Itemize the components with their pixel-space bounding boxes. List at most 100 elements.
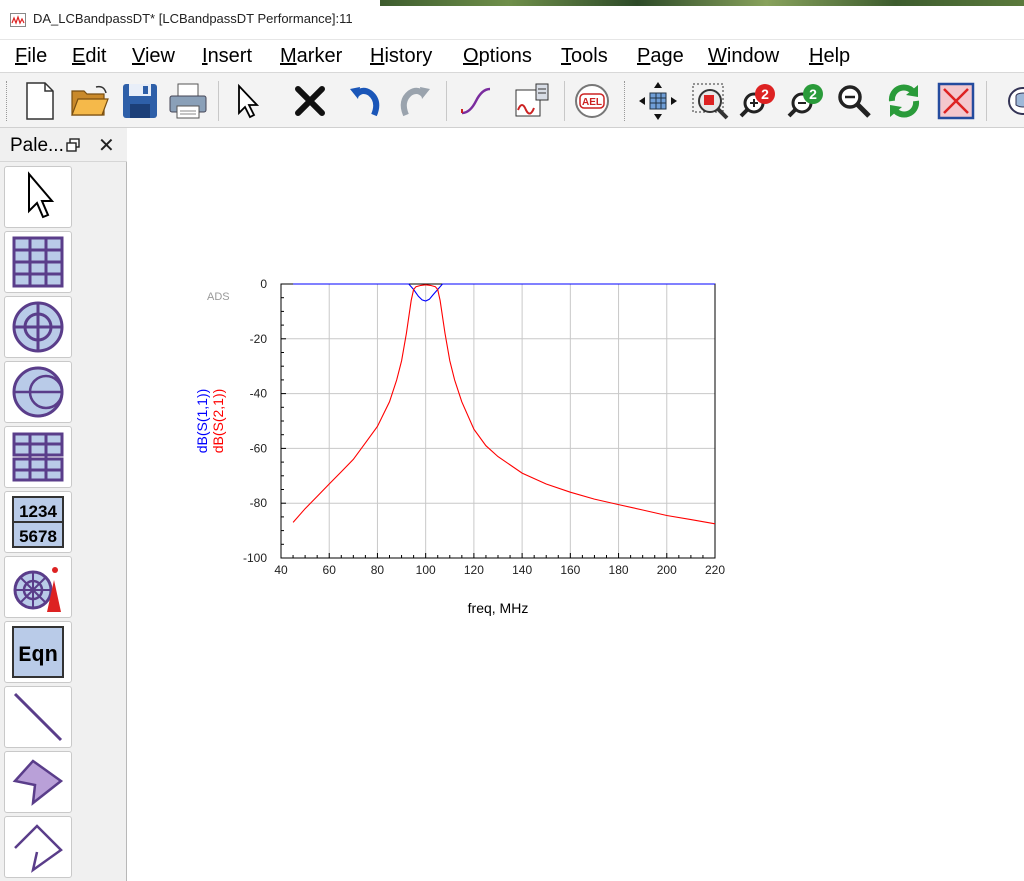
toolbar-separator <box>986 81 987 121</box>
menu-insert[interactable]: Insert <box>202 45 252 68</box>
x-tick-label: 60 <box>323 563 337 577</box>
polyline-icon <box>14 824 63 873</box>
select-pointer-icon[interactable] <box>226 79 270 123</box>
toolbar-separator <box>218 81 219 121</box>
trace-icon[interactable] <box>454 79 498 123</box>
svg-text:2: 2 <box>761 86 769 102</box>
pointer-icon <box>28 171 55 219</box>
palette-header: Pale... ✕ <box>0 128 127 162</box>
svg-text:2: 2 <box>809 86 817 102</box>
axis-ticks: 40 60 80 100 120 140 160 180 200 220 0 -20 -40 -60 -80… <box>243 277 725 577</box>
x-tick-label: 80 <box>371 563 385 577</box>
toolbar-separator <box>446 81 447 121</box>
equation-tool[interactable]: Eqn <box>4 621 72 683</box>
zoom-fit-icon[interactable] <box>832 79 876 123</box>
menu-help[interactable]: Help <box>809 45 850 68</box>
list-table-tool[interactable]: 1234 5678 <box>4 491 72 553</box>
plot-data-icon[interactable] <box>510 79 554 123</box>
save-icon[interactable] <box>118 79 162 123</box>
menu-bar: File Edit View Insert Marker History Opt… <box>0 40 1024 72</box>
new-document-icon[interactable] <box>18 79 62 123</box>
menu-edit[interactable]: Edit <box>72 45 106 68</box>
close-icon[interactable]: ✕ <box>98 133 115 158</box>
rectangular-plot[interactable]: ADS 40 60 80 100 120 140 160 180 200 220 0 -20 -40 -6… <box>128 128 1024 881</box>
antenna-plot-tool[interactable] <box>4 556 72 618</box>
x-tick-label: 180 <box>609 563 629 577</box>
desktop-background-strip <box>380 0 1024 6</box>
ael-icon[interactable]: AEL <box>570 79 614 123</box>
open-folder-icon[interactable] <box>68 79 112 123</box>
redo-icon[interactable] <box>392 79 436 123</box>
menu-file[interactable]: File <box>15 45 47 68</box>
smith-chart-icon <box>12 366 64 418</box>
polar-plot-tool[interactable] <box>4 296 72 358</box>
list-icon: 1234 5678 <box>12 496 64 548</box>
antenna-plot-icon <box>13 567 61 612</box>
polygon-icon <box>12 759 64 806</box>
pointer-tool[interactable] <box>4 166 72 228</box>
svg-text:Eqn: Eqn <box>18 643 58 668</box>
ads-watermark: ADS <box>207 291 230 303</box>
menu-history[interactable]: History <box>370 45 432 68</box>
y-tick-label: -80 <box>250 496 268 510</box>
grid-plot-icon <box>12 236 64 288</box>
toolbar: AEL 2 2 <box>0 72 1024 128</box>
smith-chart-tool[interactable] <box>4 361 72 423</box>
y-tick-label: -20 <box>250 332 268 346</box>
toolbar-grip[interactable] <box>6 81 9 121</box>
menu-marker[interactable]: Marker <box>280 45 342 68</box>
palette-title: Pale... <box>10 135 64 156</box>
title-bar: DA_LCBandpassDT* [LCBandpassDT Performan… <box>0 0 1024 40</box>
s11-trace <box>293 283 715 302</box>
print-icon[interactable] <box>166 79 210 123</box>
refresh-icon[interactable] <box>882 79 926 123</box>
x-axis-label: freq, MHz <box>468 600 529 616</box>
zoom-out-icon[interactable]: 2 <box>784 79 828 123</box>
x-tick-label: 120 <box>464 563 484 577</box>
app-logo-icon <box>10 13 26 27</box>
undo-icon[interactable] <box>344 79 388 123</box>
line-icon <box>13 692 63 742</box>
s21-trace <box>292 284 716 525</box>
palette-scrollbar[interactable] <box>100 162 126 881</box>
svg-text:5678: 5678 <box>19 527 57 546</box>
menu-tools[interactable]: Tools <box>561 45 608 68</box>
x-tick-label: 40 <box>274 563 288 577</box>
window-title: DA_LCBandpassDT* [LCBandpassDT Performan… <box>33 11 353 26</box>
delete-x-icon[interactable] <box>288 79 332 123</box>
x-tick-label: 140 <box>512 563 532 577</box>
app-window: DA_LCBandpassDT* [LCBandpassDT Performan… <box>0 0 1024 881</box>
database-icon[interactable] <box>994 79 1024 123</box>
zoom-area-icon[interactable] <box>688 79 732 123</box>
plot-series <box>292 283 716 525</box>
menu-window[interactable]: Window <box>708 45 779 68</box>
x-tick-label: 160 <box>560 563 580 577</box>
polar-plot-icon <box>12 301 64 353</box>
zoom-in-icon[interactable]: 2 <box>736 79 780 123</box>
toolbar-separator <box>564 81 565 121</box>
float-window-icon[interactable] <box>66 138 80 152</box>
svg-text:1234: 1234 <box>19 502 57 521</box>
polygon-tool[interactable] <box>4 751 72 813</box>
polyline-tool[interactable] <box>4 816 72 878</box>
y-axis-label-s21: dB(S(2,1)) <box>210 389 226 454</box>
y-axis-label-s11: dB(S(1,1)) <box>194 389 210 454</box>
y-tick-label: 0 <box>260 277 267 291</box>
data-display-canvas[interactable]: ADS 40 60 80 100 120 140 160 180 200 220 0 -20 -40 -6… <box>128 128 1024 881</box>
toolbar-grip[interactable] <box>624 81 627 121</box>
y-tick-label: -60 <box>250 441 268 455</box>
rectangular-plot-tool[interactable] <box>4 231 72 293</box>
palette-panel: Pale... ✕ 1234 5678 Eqn <box>0 128 127 881</box>
x-tick-label: 200 <box>657 563 677 577</box>
x-tick-label: 100 <box>416 563 436 577</box>
stacked-plot-icon <box>12 432 64 482</box>
menu-options[interactable]: Options <box>463 45 532 68</box>
menu-page[interactable]: Page <box>637 45 684 68</box>
svg-text:AEL: AEL <box>582 97 602 108</box>
stacked-plot-tool[interactable] <box>4 426 72 488</box>
clear-box-icon[interactable] <box>934 79 978 123</box>
equation-icon: Eqn <box>12 626 64 678</box>
menu-view[interactable]: View <box>132 45 175 68</box>
line-tool[interactable] <box>4 686 72 748</box>
move-icon[interactable] <box>636 79 680 123</box>
